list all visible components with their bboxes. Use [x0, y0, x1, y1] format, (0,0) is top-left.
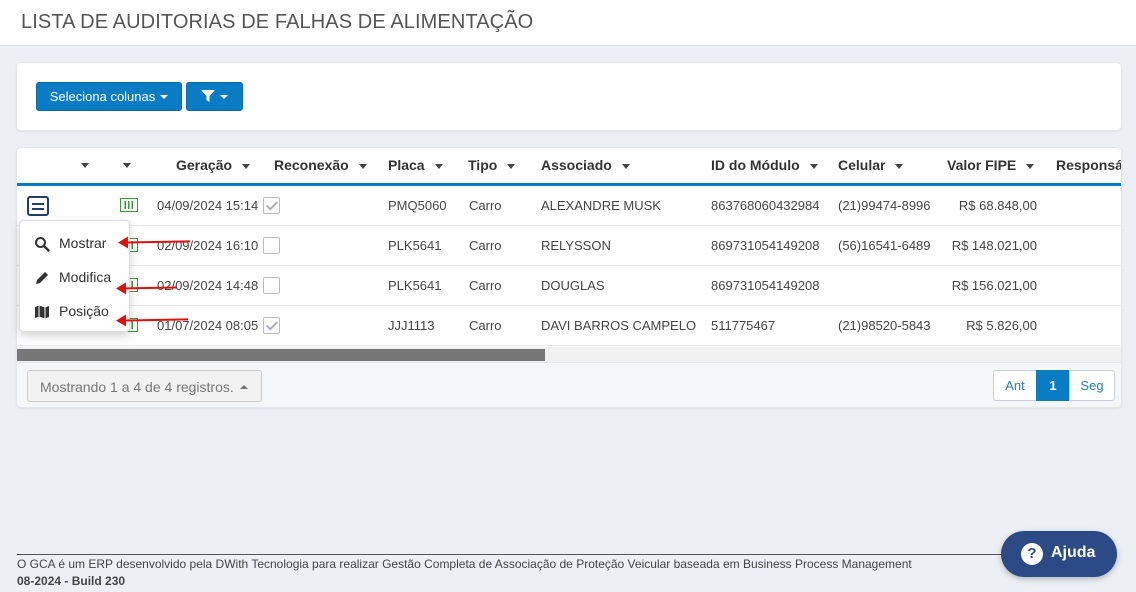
cell-celular: (21)99474-8996 — [838, 198, 931, 213]
table-row: 02/09/2024 16:10 PLK5641 Carro RELYSSON … — [17, 226, 1121, 266]
header-label: Celular — [838, 157, 886, 173]
page-1-button[interactable]: 1 — [1036, 370, 1070, 401]
cell-tipo: Carro — [469, 198, 502, 213]
cell-associado: DOUGLAS — [541, 278, 605, 293]
horizontal-scrollbar[interactable] — [17, 347, 1121, 362]
help-label: Ajuda — [1051, 544, 1096, 561]
cell-placa: JJJ1113 — [388, 318, 435, 333]
column-header-associado[interactable]: Associado — [541, 157, 630, 173]
cell-modulo: 511775467 — [711, 318, 776, 333]
cell-fipe: R$ 68.848,00 — [958, 198, 1037, 213]
cell-fipe: R$ 148.021,00 — [951, 238, 1037, 253]
row-actions-dropdown: Mostrar Modifica Posição — [19, 220, 130, 332]
cell-tipo: Carro — [469, 238, 502, 253]
records-summary: Mostrando 1 a 4 de 4 registros. — [40, 379, 234, 395]
barcode-icon[interactable] — [120, 198, 138, 212]
cell-geracao: 04/09/2024 15:14 — [157, 198, 259, 213]
header-label: Tipo — [468, 157, 498, 173]
sort-icon — [1026, 163, 1035, 169]
reconexao-checkbox — [263, 317, 280, 334]
menu-item-label: Posição — [59, 303, 109, 319]
table-header: Geração Reconexão Placa Tipo Associado I… — [17, 148, 1121, 186]
menu-item-label: Modifica — [59, 269, 112, 285]
cell-modulo: 863768060432984 — [711, 198, 820, 213]
reconexao-checkbox — [263, 197, 280, 214]
header-label: Geração — [176, 157, 233, 173]
cell-tipo: Carro — [469, 278, 502, 293]
question-icon: ? — [1021, 543, 1043, 565]
select-columns-label: Seleciona colunas — [49, 89, 156, 104]
page-size-selector[interactable]: Mostrando 1 a 4 de 4 registros. — [27, 370, 262, 402]
sort-icon — [809, 163, 818, 169]
cell-fipe: R$ 5.826,00 — [966, 318, 1037, 333]
search-icon — [35, 237, 50, 252]
select-columns-button[interactable]: Seleciona colunas — [36, 82, 182, 111]
chevron-down-icon — [220, 94, 228, 99]
cell-tipo: Carro — [469, 318, 502, 333]
footer-description: O GCA é um ERP desenvolvido pela DWith T… — [17, 557, 912, 571]
cell-geracao: 02/09/2024 14:48 — [157, 278, 259, 293]
column-header-celular[interactable]: Celular — [838, 157, 904, 173]
column-header-tipo[interactable]: Tipo — [468, 157, 516, 173]
column-header-placa[interactable]: Placa — [388, 157, 443, 173]
filter-button[interactable] — [186, 82, 243, 111]
map-icon — [35, 305, 49, 319]
table-row: 01/07/2024 08:05 JJJ1113 Carro DAVI BARR… — [17, 306, 1121, 346]
page-title: LISTA DE AUDITORIAS DE FALHAS DE ALIMENT… — [21, 11, 534, 33]
table-footer: Mostrando 1 a 4 de 4 registros. Ant 1 Se… — [17, 362, 1121, 407]
sort-icon — [895, 163, 904, 169]
filter-icon — [201, 90, 215, 102]
table-row: 04/09/2024 15:14 PMQ5060 Carro ALEXANDRE… — [17, 186, 1121, 226]
scrollbar-thumb[interactable] — [17, 349, 545, 361]
header-label: Associado — [541, 157, 612, 173]
data-table: Geração Reconexão Placa Tipo Associado I… — [16, 147, 1122, 408]
cell-placa: PLK5641 — [388, 238, 442, 253]
column-header-geracao[interactable]: Geração — [176, 157, 251, 173]
sort-icon — [507, 163, 516, 169]
page-header: LISTA DE AUDITORIAS DE FALHAS DE ALIMENT… — [0, 0, 1136, 46]
header-label: Reconexão — [274, 157, 349, 173]
sort-icon[interactable] — [81, 163, 89, 168]
toolbar: Seleciona colunas — [16, 62, 1122, 131]
chevron-down-icon — [160, 94, 169, 99]
sort-icon — [434, 163, 443, 169]
reconexao-checkbox — [263, 277, 280, 294]
header-label: Responsáv — [1056, 157, 1121, 173]
cell-placa: PMQ5060 — [388, 198, 447, 213]
menu-item-posicao[interactable]: Posição — [20, 296, 131, 326]
sort-icon — [621, 163, 630, 169]
menu-item-mostrar[interactable]: Mostrar — [20, 228, 131, 258]
footer-build: 08-2024 - Build 230 — [17, 574, 126, 588]
header-label: ID do Módulo — [711, 157, 800, 173]
reconexao-checkbox — [263, 237, 280, 254]
cell-modulo: 869731054149208 — [711, 238, 820, 253]
cell-fipe: R$ 156.021,00 — [951, 278, 1037, 293]
row-menu-button[interactable] — [27, 196, 49, 216]
prev-page-button[interactable]: Ant — [993, 370, 1037, 401]
header-label: Valor FIPE — [947, 157, 1017, 173]
cell-celular: (21)98520-5843 — [838, 318, 931, 333]
pencil-icon — [36, 272, 48, 284]
cell-associado: RELYSSON — [541, 238, 611, 253]
chevron-up-icon — [240, 385, 248, 389]
sort-icon — [242, 163, 251, 169]
header-label: Placa — [388, 157, 425, 173]
menu-item-modifica[interactable]: Modifica — [20, 262, 131, 292]
next-page-button[interactable]: Seg — [1069, 370, 1115, 401]
column-header-reconexao[interactable]: Reconexão — [274, 157, 367, 173]
column-header-responsavel[interactable]: Responsáv — [1056, 157, 1121, 173]
cell-modulo: 869731054149208 — [711, 278, 820, 293]
sort-icon[interactable] — [123, 163, 131, 168]
cell-placa: PLK5641 — [388, 278, 442, 293]
page-footer: O GCA é um ERP desenvolvido pela DWith T… — [17, 554, 1007, 590]
column-header-valor-fipe[interactable]: Valor FIPE — [947, 157, 1035, 173]
column-header-id-modulo[interactable]: ID do Módulo — [711, 157, 818, 173]
cell-associado: ALEXANDRE MUSK — [541, 198, 661, 213]
menu-item-label: Mostrar — [59, 235, 107, 251]
cell-celular: (56)16541-6489 — [838, 238, 931, 253]
sort-icon — [358, 163, 367, 169]
table-row: 02/09/2024 14:48 PLK5641 Carro DOUGLAS 8… — [17, 266, 1121, 306]
help-button[interactable]: ? Ajuda — [1001, 531, 1117, 577]
cell-associado: DAVI BARROS CAMPELO — [541, 318, 697, 333]
